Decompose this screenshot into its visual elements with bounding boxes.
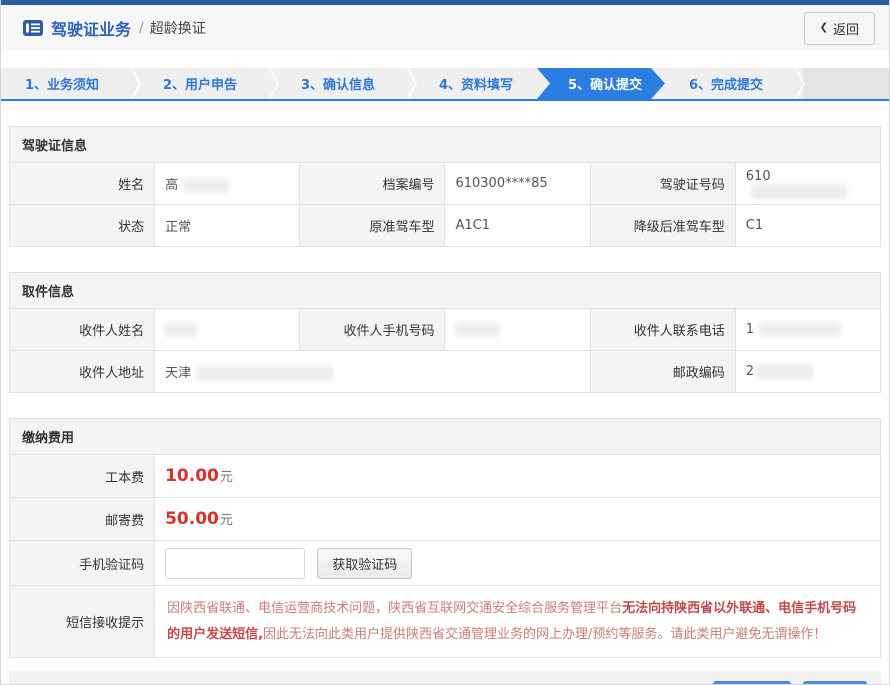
fee-amount: 50.00 bbox=[165, 509, 219, 529]
step-label: 4、资料填写 bbox=[439, 74, 513, 93]
table-row: 收件人地址 天津 邮政编码 2 bbox=[10, 351, 881, 393]
field-value-recipient-address: 天津 bbox=[155, 351, 590, 393]
redacted-value bbox=[165, 322, 197, 337]
license-card-icon bbox=[23, 20, 43, 36]
step-separator bbox=[787, 68, 803, 99]
footer-action-bar: 上一步 完成 bbox=[9, 671, 881, 685]
page: 驾驶证业务 / 超龄换证 ❮ 返回 1、业务须知 2、用户申告 3、确认信息 4… bbox=[0, 0, 890, 685]
page-title: 驾驶证业务 bbox=[51, 16, 131, 40]
field-value-original-class: A1C1 bbox=[445, 205, 590, 247]
section-title: 驾驶证信息 bbox=[9, 126, 881, 163]
section-license-info: 驾驶证信息 姓名 高 档案编号 610300****85 驾驶证号码 610 状… bbox=[9, 126, 881, 247]
notice-label: 短信接收提示 bbox=[10, 586, 155, 658]
back-button[interactable]: ❮ 返回 bbox=[804, 12, 875, 45]
fee-label: 邮寄费 bbox=[10, 498, 155, 541]
fee-label: 工本费 bbox=[10, 455, 155, 498]
fee-unit: 元 bbox=[220, 513, 233, 528]
finish-button[interactable]: 完成 bbox=[803, 681, 867, 685]
steps-bar: 1、业务须知 2、用户申告 3、确认信息 4、资料填写 5、确认提交 6、完成提… bbox=[1, 68, 889, 101]
field-value-license-number: 610 bbox=[735, 163, 880, 205]
pickup-info-table: 收件人姓名 收件人手机号码 收件人联系电话 1 收件人地址 天津 邮政编码 2 bbox=[9, 308, 881, 393]
table-row: 收件人姓名 收件人手机号码 收件人联系电话 1 bbox=[10, 309, 881, 351]
step-label: 2、用户申告 bbox=[163, 74, 237, 93]
redacted-value bbox=[759, 322, 841, 337]
field-label: 收件人手机号码 bbox=[300, 309, 445, 351]
field-value-name: 高 bbox=[155, 163, 300, 205]
fee-value-postage: 50.00元 bbox=[155, 498, 881, 541]
redacted-value bbox=[196, 366, 334, 381]
main-content: 驾驶证信息 姓名 高 档案编号 610300****85 驾驶证号码 610 状… bbox=[1, 126, 889, 658]
back-button-label: 返回 bbox=[833, 19, 859, 38]
step-separator bbox=[399, 68, 415, 99]
field-label: 原准驾车型 bbox=[300, 205, 445, 247]
field-value-downgraded-class: C1 bbox=[735, 205, 880, 247]
notice-part1: 因陕西省联通、电信运营商技术问题，陕西省互联网交通安全综合服务管理平台 bbox=[167, 601, 622, 616]
step-label: 1、业务须知 bbox=[25, 74, 99, 93]
field-value-recipient-mobile bbox=[445, 309, 590, 351]
field-label: 邮政编码 bbox=[590, 351, 735, 393]
field-label: 状态 bbox=[10, 205, 155, 247]
sms-notice-text: 因陕西省联通、电信运营商技术问题，陕西省互联网交通安全综合服务管理平台无法向持陕… bbox=[155, 586, 881, 658]
section-payment: 缴纳费用 工本费 10.00元 邮寄费 50.00元 手机验证码 bbox=[9, 418, 881, 658]
field-value-recipient-phone: 1 bbox=[735, 309, 880, 351]
steps-filler bbox=[803, 68, 889, 99]
step-separator bbox=[123, 68, 139, 99]
fee-value-card-cost: 10.00元 bbox=[155, 455, 881, 498]
payment-table: 工本费 10.00元 邮寄费 50.00元 手机验证码 获取验证码 bbox=[9, 454, 881, 658]
sms-code-cell: 获取验证码 bbox=[155, 541, 881, 586]
step-separator bbox=[261, 68, 277, 99]
breadcrumb-separator: / bbox=[139, 20, 144, 36]
field-label: 降级后准驾车型 bbox=[590, 205, 735, 247]
notice-part3: 因此无法向此类用户提供陕西省交通管理业务的网上办理/预约等服务。请此类用户避免无… bbox=[263, 627, 826, 642]
redacted-value bbox=[751, 184, 847, 199]
table-row: 状态 正常 原准驾车型 A1C1 降级后准驾车型 C1 bbox=[10, 205, 881, 247]
redacted-value bbox=[183, 178, 229, 193]
sms-code-label: 手机验证码 bbox=[10, 541, 155, 586]
fee-unit: 元 bbox=[220, 470, 233, 485]
step-label: 3、确认信息 bbox=[301, 74, 375, 93]
field-label: 档案编号 bbox=[300, 163, 445, 205]
step-tab-4[interactable]: 4、资料填写 bbox=[415, 68, 537, 99]
step-tab-5-active[interactable]: 5、确认提交 bbox=[537, 68, 665, 99]
field-value-postal-code: 2 bbox=[735, 351, 880, 393]
step-tab-3[interactable]: 3、确认信息 bbox=[277, 68, 399, 99]
breadcrumb: 驾驶证业务 / 超龄换证 bbox=[23, 16, 206, 40]
sms-code-input[interactable] bbox=[165, 548, 305, 579]
license-info-table: 姓名 高 档案编号 610300****85 驾驶证号码 610 状态 正常 原… bbox=[9, 162, 881, 247]
chevron-left-icon: ❮ bbox=[820, 22, 828, 33]
table-row: 姓名 高 档案编号 610300****85 驾驶证号码 610 bbox=[10, 163, 881, 205]
field-label: 收件人姓名 bbox=[10, 309, 155, 351]
field-label: 姓名 bbox=[10, 163, 155, 205]
header: 驾驶证业务 / 超龄换证 ❮ 返回 bbox=[1, 5, 889, 51]
field-value-recipient-name bbox=[155, 309, 300, 351]
previous-step-button[interactable]: 上一步 bbox=[713, 681, 791, 685]
get-code-button[interactable]: 获取验证码 bbox=[317, 548, 412, 579]
section-pickup-info: 取件信息 收件人姓名 收件人手机号码 收件人联系电话 1 收件人地址 天津 邮政… bbox=[9, 272, 881, 393]
table-row: 邮寄费 50.00元 bbox=[10, 498, 881, 541]
fee-amount: 10.00 bbox=[165, 466, 219, 486]
table-row: 短信接收提示 因陕西省联通、电信运营商技术问题，陕西省互联网交通安全综合服务管理… bbox=[10, 586, 881, 658]
step-label: 6、完成提交 bbox=[689, 74, 763, 93]
field-value-status: 正常 bbox=[155, 205, 300, 247]
field-label: 驾驶证号码 bbox=[590, 163, 735, 205]
field-label: 收件人联系电话 bbox=[590, 309, 735, 351]
step-tab-6[interactable]: 6、完成提交 bbox=[665, 68, 787, 99]
redacted-value bbox=[756, 364, 814, 379]
table-row: 工本费 10.00元 bbox=[10, 455, 881, 498]
redacted-value bbox=[455, 322, 499, 337]
step-tab-1[interactable]: 1、业务须知 bbox=[1, 68, 123, 99]
table-row: 手机验证码 获取验证码 bbox=[10, 541, 881, 586]
step-tab-2[interactable]: 2、用户申告 bbox=[139, 68, 261, 99]
section-title: 缴纳费用 bbox=[9, 418, 881, 455]
step-label: 5、确认提交 bbox=[568, 74, 642, 93]
field-label: 收件人地址 bbox=[10, 351, 155, 393]
field-value-file-number: 610300****85 bbox=[445, 163, 590, 205]
section-title: 取件信息 bbox=[9, 272, 881, 309]
page-subtitle: 超龄换证 bbox=[150, 18, 206, 38]
